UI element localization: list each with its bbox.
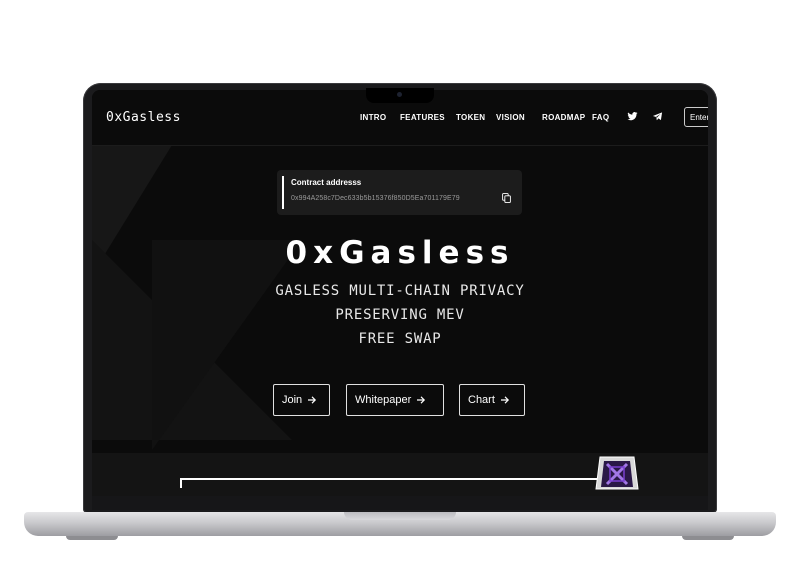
section-frame-line: [180, 478, 604, 488]
laptop-foot: [66, 536, 118, 540]
join-label: Join: [282, 394, 303, 406]
camera-dot: [397, 92, 402, 97]
contract-address: 0x994A258c7Dec633b5b15376f850D5Ea701179E…: [291, 195, 460, 202]
laptop-screen: 0xGasless INTRO FEATURES TOKEN VISION RO…: [92, 90, 708, 496]
nav-item-roadmap[interactable]: ROADMAP: [542, 113, 585, 122]
hero-title: 0xGasless: [285, 235, 515, 271]
hero-subtitle-line: GASLESS MULTI-CHAIN PRIVACY: [275, 283, 525, 299]
hero-subtitle-line: PRESERVING MEV: [335, 307, 465, 323]
twitter-icon[interactable]: [627, 111, 638, 122]
nav-item-faq[interactable]: FAQ: [592, 113, 609, 122]
chart-button[interactable]: Chart: [459, 384, 525, 416]
nav-item-features[interactable]: FEATURES: [400, 113, 445, 122]
copy-icon[interactable]: [502, 193, 511, 203]
telegram-icon[interactable]: [652, 111, 663, 122]
laptop-foot: [682, 536, 734, 540]
laptop-base-groove: [344, 512, 456, 520]
token-logo-icon: [595, 456, 639, 490]
arrow-right-icon: [500, 396, 509, 404]
camera-notch: [366, 88, 434, 103]
contract-label: Contract addresss: [291, 178, 362, 187]
site-logo[interactable]: 0xGasless: [106, 110, 181, 125]
chart-label: Chart: [468, 394, 495, 406]
contract-address-box: Contract addresss 0x994A258c7Dec633b5b15…: [277, 170, 522, 215]
hero-subtitle-line: FREE SWAP: [358, 331, 442, 347]
contract-accent-bar: [282, 176, 284, 209]
arrow-right-icon: [417, 396, 426, 404]
enter-app-button[interactable]: Enter: [684, 107, 708, 127]
laptop-chin: [92, 496, 708, 510]
nav-item-token[interactable]: TOKEN: [456, 113, 485, 122]
whitepaper-button[interactable]: Whitepaper: [346, 384, 444, 416]
whitepaper-label: Whitepaper: [355, 394, 412, 406]
arrow-right-icon: [308, 396, 317, 404]
nav-item-vision[interactable]: VISION: [496, 113, 525, 122]
join-button[interactable]: Join: [273, 384, 330, 416]
nav-item-intro[interactable]: INTRO: [360, 113, 386, 122]
